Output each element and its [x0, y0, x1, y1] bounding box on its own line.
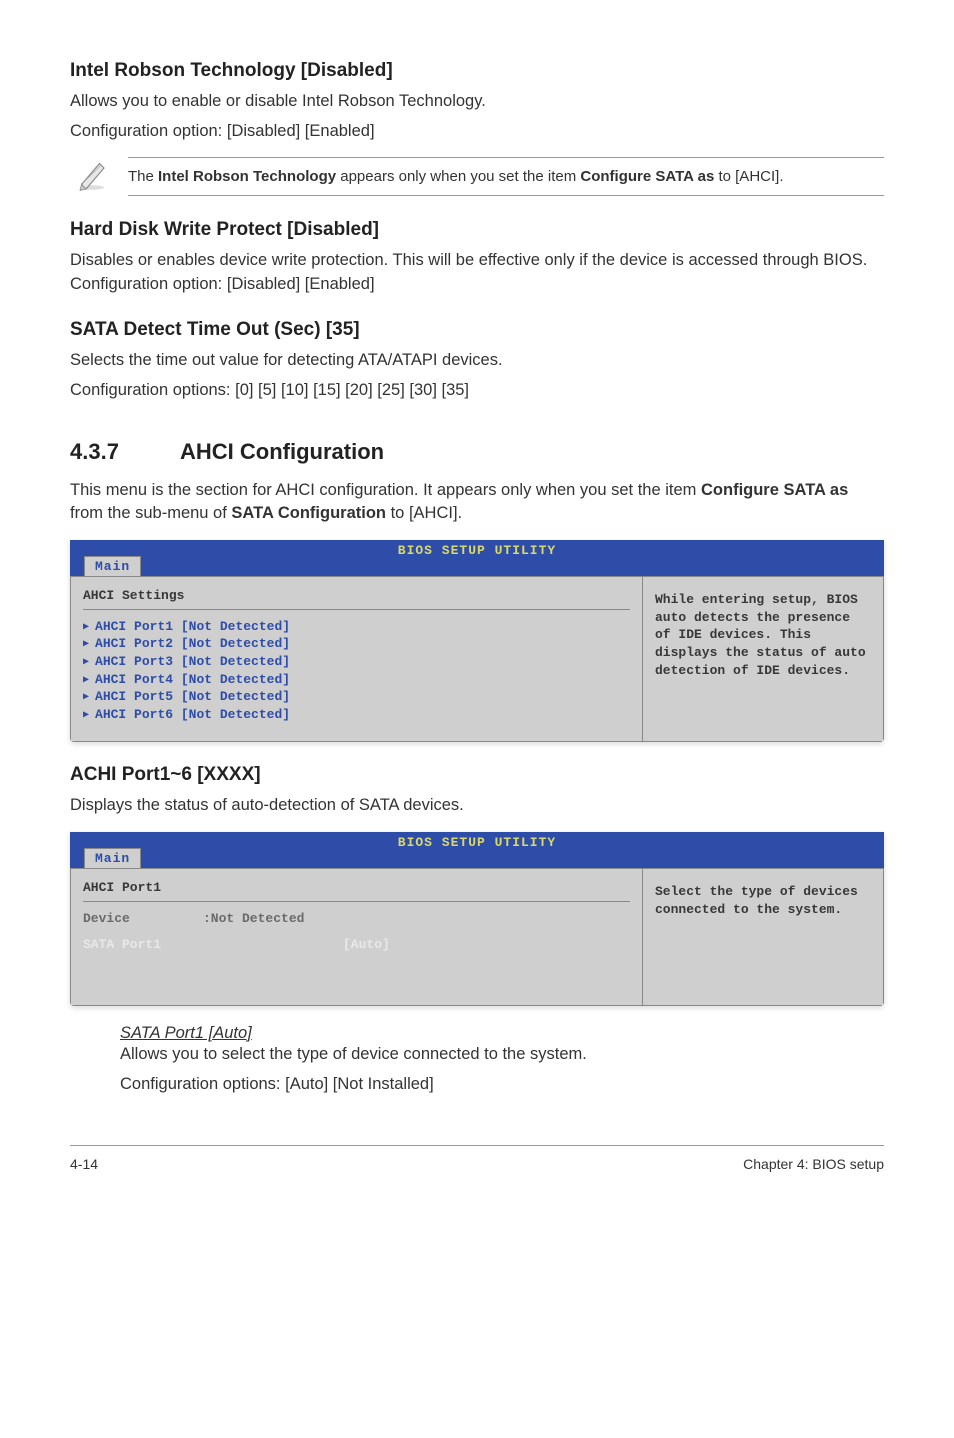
- bios-left-panel: AHCI Settings AHCI Port1 [Not Detected] …: [71, 577, 643, 741]
- text-bold: SATA Configuration: [231, 504, 386, 522]
- bios-menu-item[interactable]: AHCI Port2 [Not Detected]: [83, 635, 630, 653]
- text: to [AHCI].: [386, 504, 462, 522]
- body-text: Configuration options: [0] [5] [10] [15]…: [70, 379, 884, 403]
- pencil-note-icon: [74, 156, 110, 197]
- bios-menu-item[interactable]: AHCI Port4 [Not Detected]: [83, 671, 630, 689]
- bios-body: AHCI Settings AHCI Port1 [Not Detected] …: [70, 576, 884, 742]
- subsection-heading-ahci-config: 4.3.7AHCI Configuration: [70, 439, 884, 465]
- bios-titlebar: BIOS SETUP UTILITY Main: [70, 540, 884, 576]
- section-number: 4.3.7: [70, 439, 180, 465]
- text: to [AHCI].: [714, 168, 783, 185]
- text-bold: Intel Robson Technology: [158, 168, 336, 185]
- note-text: The Intel Robson Technology appears only…: [128, 157, 884, 196]
- bios-window-ahci-settings: BIOS SETUP UTILITY Main AHCI Settings AH…: [70, 540, 884, 742]
- bios-help-panel: While entering setup, BIOS auto detects …: [643, 577, 883, 741]
- section-title: AHCI Configuration: [180, 439, 384, 464]
- bios-panel-title: AHCI Port1: [83, 879, 630, 902]
- bios-menu-item[interactable]: AHCI Port5 [Not Detected]: [83, 688, 630, 706]
- bios-body: AHCI Port1 Device:Not Detected SATA Port…: [70, 868, 884, 1006]
- text: appears only when you set the item: [336, 168, 580, 185]
- chapter-label: Chapter 4: BIOS setup: [743, 1156, 884, 1172]
- body-text: Disables or enables device write protect…: [70, 249, 884, 297]
- text: from the sub-menu of: [70, 504, 231, 522]
- heading-hard-disk-write-protect: Hard Disk Write Protect [Disabled]: [70, 219, 884, 241]
- body-text: Allows you to enable or disable Intel Ro…: [70, 90, 884, 114]
- bios-label: Device: [83, 910, 203, 928]
- heading-sata-detect-timeout: SATA Detect Time Out (Sec) [35]: [70, 319, 884, 341]
- page-footer: 4-14 Chapter 4: BIOS setup: [70, 1145, 884, 1172]
- sub-heading-sata-port1: SATA Port1 [Auto]: [120, 1024, 884, 1043]
- bios-device-row: Device:Not Detected: [83, 910, 630, 934]
- indent-block: SATA Port1 [Auto] Allows you to select t…: [120, 1024, 884, 1097]
- note-block: The Intel Robson Technology appears only…: [70, 156, 884, 197]
- body-text: This menu is the section for AHCI config…: [70, 479, 884, 527]
- bios-panel-title: AHCI Settings: [83, 587, 630, 610]
- text: This menu is the section for AHCI config…: [70, 481, 701, 499]
- body-text: Displays the status of auto-detection of…: [70, 794, 884, 818]
- bios-option-value: [Auto]: [343, 937, 390, 952]
- bios-title: BIOS SETUP UTILITY: [398, 543, 556, 558]
- bios-tab-main[interactable]: Main: [84, 848, 141, 868]
- page-number: 4-14: [70, 1156, 98, 1172]
- bios-option-label: SATA Port1: [83, 936, 343, 954]
- bios-value: :Not Detected: [203, 911, 304, 926]
- bios-menu-item[interactable]: AHCI Port6 [Not Detected]: [83, 706, 630, 724]
- bios-left-panel: AHCI Port1 Device:Not Detected SATA Port…: [71, 869, 643, 1005]
- bios-title: BIOS SETUP UTILITY: [398, 835, 556, 850]
- body-text: Configuration options: [Auto] [Not Insta…: [120, 1073, 884, 1097]
- text-bold: Configure SATA as: [701, 481, 848, 499]
- bios-menu-item[interactable]: AHCI Port1 [Not Detected]: [83, 618, 630, 636]
- body-text: Allows you to select the type of device …: [120, 1043, 884, 1067]
- text-bold: Configure SATA as: [580, 168, 714, 185]
- bios-help-panel: Select the type of devices connected to …: [643, 869, 883, 1005]
- bios-option-row[interactable]: SATA Port1[Auto]: [83, 933, 630, 957]
- heading-achi-port: ACHI Port1~6 [XXXX]: [70, 764, 884, 786]
- body-text: Selects the time out value for detecting…: [70, 349, 884, 373]
- bios-menu-item[interactable]: AHCI Port3 [Not Detected]: [83, 653, 630, 671]
- text: The: [128, 168, 158, 185]
- bios-window-ahci-port1: BIOS SETUP UTILITY Main AHCI Port1 Devic…: [70, 832, 884, 1006]
- bios-tab-main[interactable]: Main: [84, 556, 141, 576]
- bios-titlebar: BIOS SETUP UTILITY Main: [70, 832, 884, 868]
- body-text: Configuration option: [Disabled] [Enable…: [70, 120, 884, 144]
- heading-intel-robson: Intel Robson Technology [Disabled]: [70, 60, 884, 82]
